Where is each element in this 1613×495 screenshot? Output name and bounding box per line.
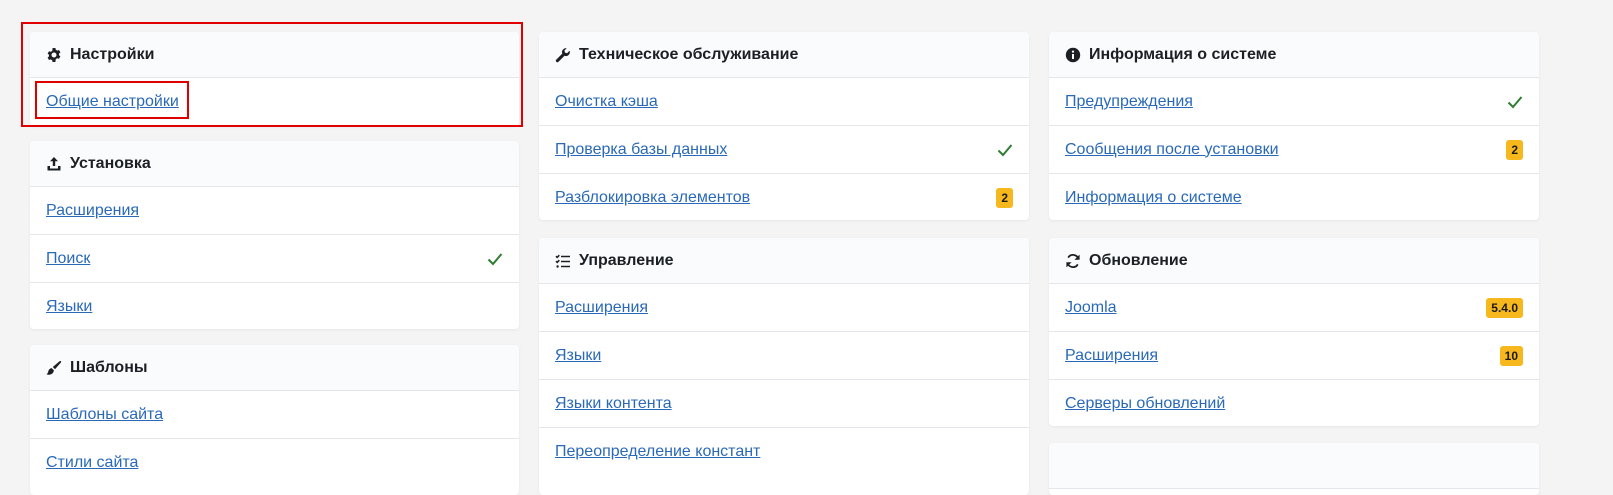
list-check-icon xyxy=(555,253,571,269)
list-item: Расширения xyxy=(539,284,1029,332)
update-card: Обновление Joomla 5.4.0 Расширения 10 Се… xyxy=(1049,238,1539,426)
update-card-title: Обновление xyxy=(1089,251,1188,269)
list-item: Серверы обновлений xyxy=(1049,380,1539,426)
settings-card-title: Настройки xyxy=(70,45,155,63)
warnings-link[interactable]: Предупреждения xyxy=(1065,93,1193,111)
install-extensions-link[interactable]: Расширения xyxy=(46,202,139,220)
list-item: Шаблоны сайта xyxy=(30,391,519,439)
list-item: Языки xyxy=(539,332,1029,380)
manage-card-title: Управление xyxy=(579,251,674,269)
install-search-link[interactable]: Поиск xyxy=(46,250,90,268)
global-checkin-link[interactable]: Разблокировка элементов xyxy=(555,189,750,207)
manage-card-header: Управление xyxy=(539,238,1029,284)
update-card-header: Обновление xyxy=(1049,238,1539,284)
settings-card: Настройки Общие настройки xyxy=(30,32,519,126)
list-item: Переопределение констант xyxy=(539,428,1029,476)
joomla-update-link[interactable]: Joomla xyxy=(1065,299,1117,317)
clear-cache-link[interactable]: Очистка кэша xyxy=(555,93,658,111)
list-item: Общие настройки xyxy=(30,78,519,126)
system-information-link[interactable]: Информация о системе xyxy=(1065,189,1242,207)
list-item: Joomla 5.4.0 xyxy=(1049,284,1539,332)
list-item: Языки xyxy=(30,283,519,329)
templates-card: Шаблоны Шаблоны сайта Стили сайта xyxy=(30,345,519,495)
list-item: Расширения 10 xyxy=(1049,332,1539,380)
templates-card-title: Шаблоны xyxy=(70,358,148,376)
extensions-update-link[interactable]: Расширения xyxy=(1065,347,1158,365)
list-item: Поиск xyxy=(30,235,519,283)
language-overrides-link[interactable]: Переопределение констант xyxy=(555,443,760,461)
check-icon xyxy=(997,143,1013,157)
install-card-header: Установка xyxy=(30,141,519,187)
count-badge: 2 xyxy=(1506,139,1523,160)
version-badge: 5.4.0 xyxy=(1486,297,1523,318)
sysinfo-card-title: Информация о системе xyxy=(1089,45,1277,63)
list-item: Сообщения после установки 2 xyxy=(1049,126,1539,174)
maintenance-card-title: Техническое обслуживание xyxy=(579,45,799,63)
info-circle-icon xyxy=(1065,47,1081,63)
maintenance-card: Техническое обслуживание Очистка кэша Пр… xyxy=(539,32,1029,220)
manage-extensions-link[interactable]: Расширения xyxy=(555,299,648,317)
list-item: Информация о системе xyxy=(1049,174,1539,220)
manage-card: Управление Расширения Языки Языки контен… xyxy=(539,238,1029,495)
check-icon xyxy=(487,252,503,266)
partial-card xyxy=(1049,443,1539,495)
sysinfo-card-header: Информация о системе xyxy=(1049,32,1539,78)
list-item: Очистка кэша xyxy=(539,78,1029,126)
list-item: Проверка базы данных xyxy=(539,126,1029,174)
list-item: Разблокировка элементов 2 xyxy=(539,174,1029,220)
maintenance-card-header: Техническое обслуживание xyxy=(539,32,1029,78)
count-badge: 2 xyxy=(996,188,1013,208)
gear-icon xyxy=(46,47,62,63)
list-item: Предупреждения xyxy=(1049,78,1539,126)
wrench-icon xyxy=(555,47,571,63)
paintbrush-icon xyxy=(46,360,62,376)
templates-card-header: Шаблоны xyxy=(30,345,519,391)
count-badge: 10 xyxy=(1499,345,1523,366)
install-card-title: Установка xyxy=(70,154,151,172)
partial-card-header xyxy=(1049,443,1539,489)
install-card: Установка Расширения Поиск Языки xyxy=(30,141,519,329)
site-templates-link[interactable]: Шаблоны сайта xyxy=(46,406,163,424)
manage-languages-link[interactable]: Языки xyxy=(555,347,601,365)
list-item: Расширения xyxy=(30,187,519,235)
content-languages-link[interactable]: Языки контента xyxy=(555,395,672,413)
settings-card-header: Настройки xyxy=(30,32,519,78)
check-icon xyxy=(1507,95,1523,109)
upload-icon xyxy=(46,156,62,172)
update-sites-link[interactable]: Серверы обновлений xyxy=(1065,395,1225,413)
sysinfo-card: Информация о системе Предупреждения Сооб… xyxy=(1049,32,1539,220)
sync-icon xyxy=(1065,253,1081,269)
list-item: Языки контента xyxy=(539,380,1029,428)
post-install-messages-link[interactable]: Сообщения после установки xyxy=(1065,141,1279,159)
site-styles-link[interactable]: Стили сайта xyxy=(46,454,138,472)
general-settings-link[interactable]: Общие настройки xyxy=(46,93,179,111)
install-languages-link[interactable]: Языки xyxy=(46,298,92,316)
list-item: Стили сайта xyxy=(30,439,519,487)
database-check-link[interactable]: Проверка базы данных xyxy=(555,141,727,159)
